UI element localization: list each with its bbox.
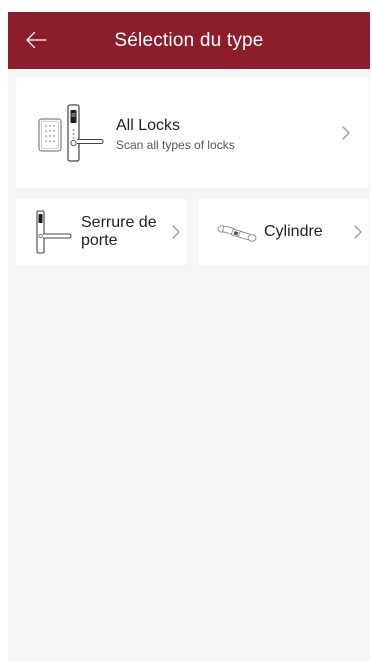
chevron-right-icon	[354, 225, 362, 239]
cylinder-label: Cylindre	[264, 223, 323, 240]
chevron-right-icon	[172, 225, 180, 239]
app-screen: Sélection du type All Locks Scan all typ…	[8, 12, 370, 661]
door-lock-card[interactable]: Serrure de porte	[16, 199, 187, 265]
page-title: Sélection du type	[114, 30, 264, 51]
app-header: Sélection du type	[8, 12, 370, 69]
arrow-left-icon	[26, 31, 47, 49]
all-locks-card[interactable]: All Locks Scan all types of locks	[16, 77, 369, 188]
keypad-door-lock-icon	[38, 104, 104, 162]
cylinder-card[interactable]: Cylindre	[198, 199, 369, 265]
all-locks-subtitle: Scan all types of locks	[116, 138, 235, 152]
chevron-right-icon	[342, 126, 350, 140]
cylinder-lock-icon	[217, 225, 257, 242]
door-lock-label: Serrure de porte	[81, 214, 157, 249]
all-locks-title: All Locks	[116, 117, 181, 134]
back-button[interactable]	[22, 26, 50, 54]
door-handle-lock-icon	[36, 210, 72, 254]
